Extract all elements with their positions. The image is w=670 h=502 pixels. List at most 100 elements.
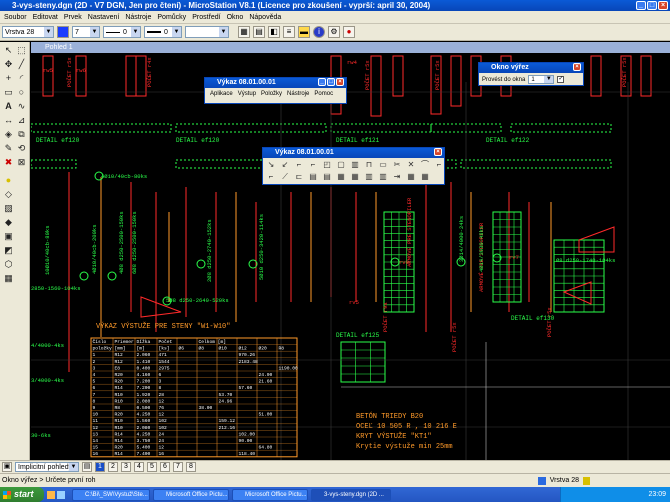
- color-combo[interactable]: 7 ▼: [72, 26, 100, 38]
- task-explorer[interactable]: C:\Bi\_SW\Vystuž\Ste...: [72, 488, 150, 501]
- measure-icon[interactable]: ⊿: [15, 114, 28, 127]
- manipulate-icon[interactable]: ✥: [2, 58, 15, 71]
- maximize-button[interactable]: □: [647, 1, 657, 10]
- menu-nastaveni[interactable]: Nastavení: [88, 14, 120, 21]
- vykaz1-menu-polozky[interactable]: Položky: [261, 91, 282, 97]
- okno-vyrez-window[interactable]: Okno výřez × Provést do okna 1 ▼ ✓: [478, 62, 584, 86]
- palette-tool-icon[interactable]: ⌐: [433, 159, 445, 170]
- menu-okno[interactable]: Okno: [227, 14, 244, 21]
- pattern-icon[interactable]: ▨: [2, 202, 15, 215]
- palette-tool-icon[interactable]: ▦: [419, 171, 431, 182]
- app-title-bar[interactable]: 3-vys-steny.dgn (2D - V7 DGN, Jen pro čt…: [0, 0, 670, 11]
- palette-tool-icon[interactable]: ▦: [335, 171, 347, 182]
- class-combo[interactable]: ▼: [185, 26, 229, 38]
- vykaz-window-2-title[interactable]: Výkaz 08.01.00.01 ×: [263, 148, 444, 158]
- levels-icon[interactable]: ≡: [283, 26, 295, 38]
- record-icon[interactable]: ●: [343, 26, 355, 38]
- drawing-canvas[interactable]: POČET r5x POČET r4x POČET r5x POČET r5x POČE…: [31, 42, 670, 460]
- vykaz-window-2[interactable]: Výkaz 08.01.00.01 × ↘ ↙ ⌐ ⌐ ◰ ▢ ▥ ⊓ ▭ ✂ ✕ ⌒ ⌐ ⌐ ⟋ ⊏ ▤ ▤ ▦ ▦…: [262, 147, 445, 185]
- vykaz1-maximize-button[interactable]: □: [327, 78, 335, 86]
- quick-launch-icon[interactable]: [57, 490, 65, 499]
- view-group-combo[interactable]: Implicitní pohledy ▼: [15, 462, 79, 472]
- palette-tool-icon[interactable]: ▢: [335, 159, 347, 170]
- menu-prvek[interactable]: Prvek: [64, 14, 82, 21]
- menu-pomucky[interactable]: Pomůcky: [157, 14, 186, 21]
- change-icon[interactable]: ⟲: [15, 142, 28, 155]
- vykaz-window-1-title[interactable]: Výkaz 08.01.00.01 _ □ ×: [205, 78, 346, 88]
- info-icon[interactable]: i: [313, 26, 325, 38]
- delete-icon[interactable]: ✖: [2, 156, 15, 169]
- surface-icon[interactable]: ◩: [2, 244, 15, 257]
- level-combo[interactable]: Vrstva 28 ▼: [2, 26, 54, 38]
- color-swatch[interactable]: [57, 26, 69, 38]
- curve-icon[interactable]: ∿: [15, 100, 28, 113]
- palette-tool-icon[interactable]: ◰: [321, 159, 333, 170]
- line-weight-combo[interactable]: 0 ▼: [144, 26, 182, 38]
- bulb-icon[interactable]: ●: [2, 174, 15, 187]
- vykaz1-minimize-button[interactable]: _: [318, 78, 326, 86]
- view-page-3[interactable]: 3: [121, 462, 131, 472]
- table-icon[interactable]: ▦: [238, 26, 250, 38]
- quick-launch-icon[interactable]: [47, 490, 55, 499]
- view-page-8[interactable]: 8: [186, 462, 196, 472]
- grid-icon[interactable]: ▤: [253, 26, 265, 38]
- palette-tool-icon[interactable]: ⊓: [363, 159, 375, 170]
- settings-icon[interactable]: ⚙: [328, 26, 340, 38]
- view-arrange-icon[interactable]: ▤: [82, 462, 92, 472]
- vykaz2-close-button[interactable]: ×: [434, 148, 442, 156]
- line-icon[interactable]: ╱: [15, 58, 28, 71]
- view-page-1[interactable]: 1: [95, 462, 105, 472]
- menu-nastroje[interactable]: Nástroje: [125, 14, 151, 21]
- view-page-4[interactable]: 4: [134, 462, 144, 472]
- solid-icon[interactable]: ▣: [2, 230, 15, 243]
- drop-icon[interactable]: ⊠: [15, 156, 28, 169]
- menu-editovat[interactable]: Editovat: [33, 14, 58, 21]
- menu-prostredi[interactable]: Prostředí: [192, 14, 220, 21]
- palette-tool-icon[interactable]: ▭: [377, 159, 389, 170]
- render-icon[interactable]: ⬡: [2, 258, 15, 271]
- cell-place-icon[interactable]: ◈: [2, 128, 15, 141]
- view-page-7[interactable]: 7: [173, 462, 183, 472]
- okno-vyrez-title[interactable]: Okno výřez ×: [479, 63, 583, 73]
- drawing-view[interactable]: POČET r5x POČET r4x POČET r5x POČET r5x POČE…: [31, 42, 670, 460]
- palette-tool-icon[interactable]: ▤: [307, 171, 319, 182]
- palette-tool-icon[interactable]: ↙: [279, 159, 291, 170]
- modify-icon[interactable]: ✎: [2, 142, 15, 155]
- close-button[interactable]: ×: [658, 1, 668, 10]
- vykaz1-menu-nastroje[interactable]: Nástroje: [287, 91, 309, 97]
- view-page-2[interactable]: 2: [108, 462, 118, 472]
- palette-tool-icon[interactable]: ⌒: [419, 159, 431, 170]
- task-office-picture-2[interactable]: Microsoft Office Pictu...: [232, 488, 308, 501]
- view-title-bar[interactable]: Pohled 1: [31, 42, 670, 53]
- vykaz1-menu-aplikace[interactable]: Aplikace: [210, 91, 233, 97]
- copy-icon[interactable]: ⧉: [15, 128, 28, 141]
- okno-vyrez-close-button[interactable]: ×: [573, 63, 581, 71]
- cell-icon[interactable]: ◧: [268, 26, 280, 38]
- palette-tool-icon[interactable]: ⟋: [279, 171, 291, 182]
- vykaz1-menu-pomoc[interactable]: Pomoc: [314, 91, 333, 97]
- circle-icon[interactable]: ○: [15, 86, 28, 99]
- palette-tool-icon[interactable]: ⌐: [265, 171, 277, 182]
- line-style-combo[interactable]: 0 ▼: [103, 26, 141, 38]
- fence-icon[interactable]: ⬚: [15, 44, 28, 57]
- okno-vyrez-checkbox[interactable]: ✓: [557, 76, 565, 83]
- place-point-icon[interactable]: +: [2, 72, 15, 85]
- okno-vyrez-view-select[interactable]: 1 ▼: [528, 75, 555, 84]
- palette-tool-icon[interactable]: ⇥: [391, 171, 403, 182]
- palette-tool-icon[interactable]: ▤: [321, 171, 333, 182]
- text-icon[interactable]: A: [2, 100, 15, 113]
- vykaz-window-1[interactable]: Výkaz 08.01.00.01 _ □ × Aplikace Výstup …: [204, 77, 347, 104]
- folder-icon[interactable]: ▬: [298, 26, 310, 38]
- menu-napoveda[interactable]: Nápověda: [249, 14, 281, 21]
- palette-tool-icon[interactable]: ✕: [405, 159, 417, 170]
- palette-tool-icon[interactable]: ⌐: [307, 159, 319, 170]
- palette-tool-icon[interactable]: ✂: [391, 159, 403, 170]
- task-office-picture-1[interactable]: Microsoft Office Pictu...: [153, 488, 229, 501]
- vykaz1-close-button[interactable]: ×: [336, 78, 344, 86]
- palette-tool-icon[interactable]: ▦: [349, 171, 361, 182]
- palette-tool-icon[interactable]: ↘: [265, 159, 277, 170]
- menu-soubor[interactable]: Soubor: [4, 14, 27, 21]
- start-button[interactable]: start: [0, 487, 44, 502]
- fill-icon[interactable]: ◆: [2, 216, 15, 229]
- view-toggle-icon[interactable]: ▣: [2, 462, 12, 472]
